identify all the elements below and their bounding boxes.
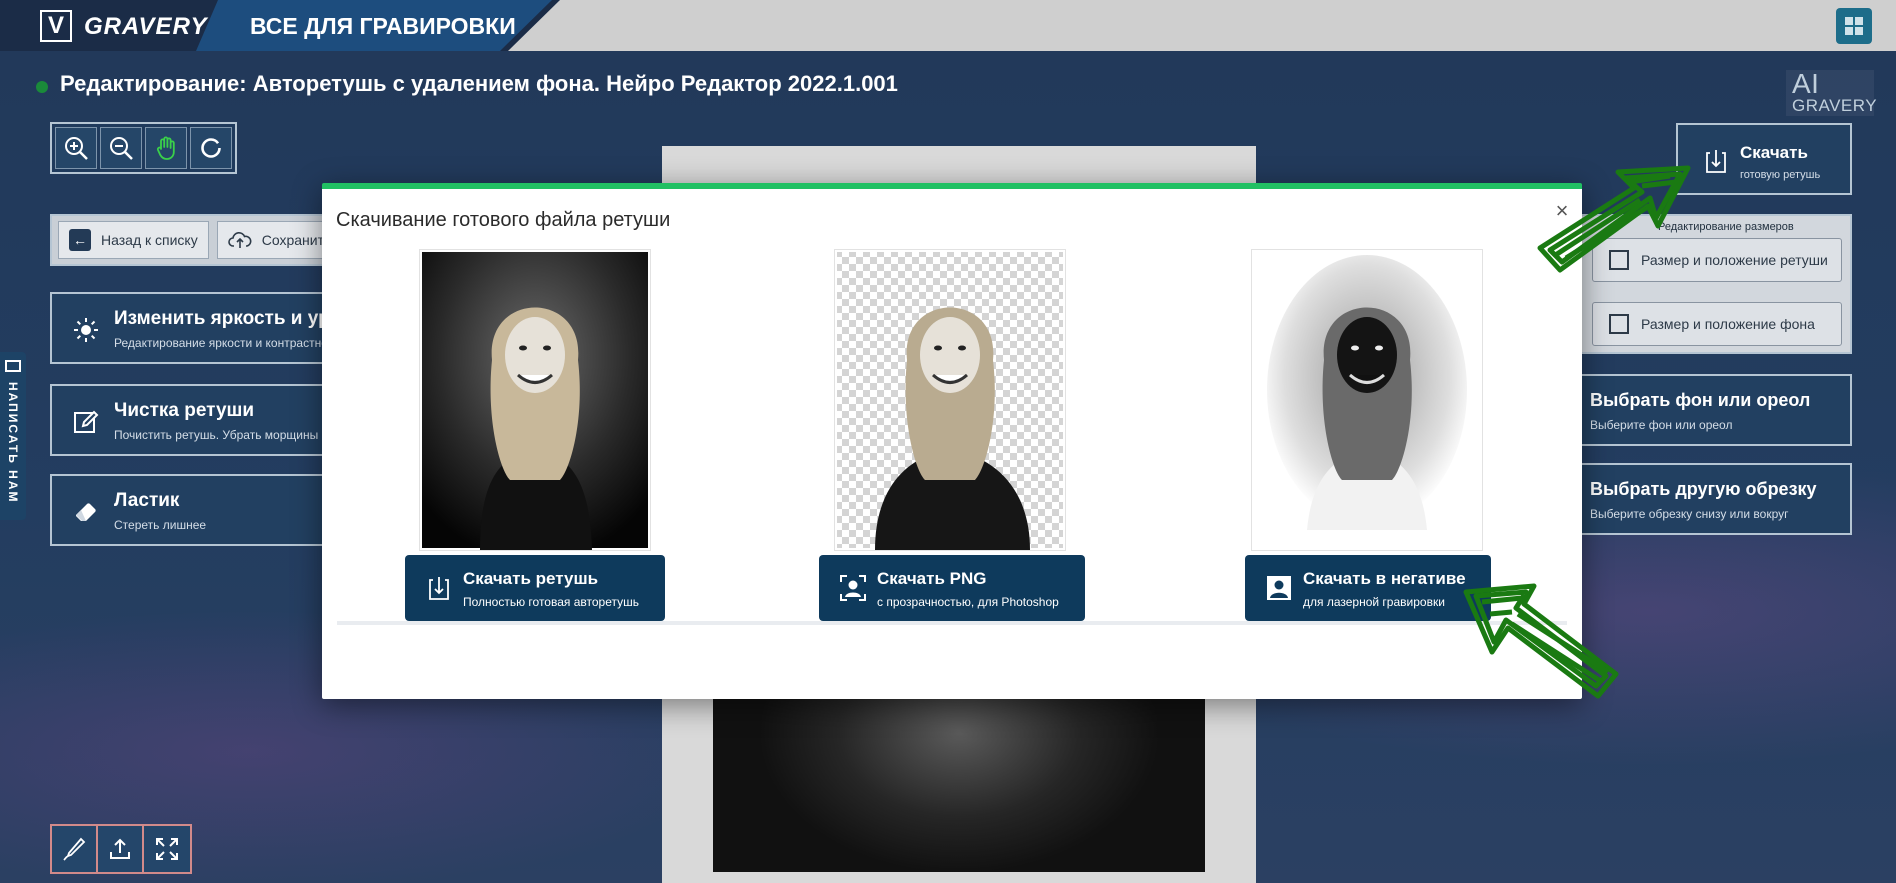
download-main-title: Скачать — [1740, 143, 1808, 162]
apps-grid-icon-part — [1855, 27, 1863, 35]
apps-grid-button[interactable] — [1836, 8, 1872, 44]
hand-icon — [156, 136, 175, 160]
zoom-in-icon — [65, 137, 88, 160]
download-png-title: Скачать PNG — [877, 569, 987, 588]
ai-logo-top: AI — [1792, 68, 1820, 99]
retouch-preview-image — [419, 249, 651, 551]
edit-pencil-icon — [74, 410, 99, 433]
portrait-icon — [1267, 576, 1291, 600]
canvas-photo-preview — [713, 698, 1205, 872]
eraser-subtitle: Стереть лишнее — [114, 518, 207, 532]
logo-icon[interactable]: V — [40, 10, 72, 42]
eraser-icon — [76, 503, 96, 521]
download-retouch-title: Скачать ретушь — [463, 569, 599, 588]
back-to-list-button[interactable]: ← Назад к списку — [58, 221, 209, 259]
fullscreen-button[interactable] — [144, 826, 190, 872]
clean-retouch-button[interactable]: Чистка ретуши Почистить ретушь. Убрать м… — [50, 384, 340, 456]
modal-divider — [337, 621, 1567, 625]
choose-background-title: Выбрать фон или ореол — [1590, 390, 1811, 410]
download-negative-subtitle: для лазерной гравировки — [1303, 595, 1445, 609]
zoom-toolbar — [50, 122, 237, 174]
download-png-button[interactable]: Скачать PNG с прозрачностью, для Photosh… — [819, 555, 1085, 621]
bottom-toolbar — [50, 824, 192, 874]
ai-logo-bottom: GRAVERY — [1792, 96, 1878, 115]
contact-us-tab[interactable]: НАПИСАТЬ НАМ — [0, 352, 26, 520]
status-indicator — [36, 81, 48, 93]
portrait-transparent-image — [837, 252, 1063, 550]
ai-gravery-logo: AI GRAVERY — [1786, 68, 1878, 116]
download-icon — [429, 577, 449, 600]
download-png-subtitle: с прозрачностью, для Photoshop — [877, 595, 1059, 609]
apps-grid-icon-part — [1845, 27, 1853, 35]
page-title: Редактирование: Авторетушь с удалением ф… — [60, 71, 898, 96]
logo-text[interactable]: GRAVERY — [84, 13, 207, 41]
zoom-in-button[interactable] — [55, 127, 97, 169]
download-main-subtitle: готовую ретушь — [1740, 169, 1821, 181]
portrait-negative-image — [1254, 252, 1480, 548]
background-size-label: Размер и положение фона — [1641, 316, 1815, 332]
zoom-out-button[interactable] — [100, 127, 142, 169]
back-to-list-label: Назад к списку — [101, 232, 198, 248]
brightness-title: Изменить яркость и уровни — [114, 308, 338, 329]
choose-crop-button[interactable]: Выбрать другую обрезку Выберите обрезку … — [1576, 463, 1852, 535]
clean-retouch-subtitle: Почистить ретушь. Убрать морщины — [114, 428, 319, 442]
apps-grid-icon — [1845, 17, 1853, 25]
brush-button[interactable] — [52, 826, 98, 872]
fullscreen-icon — [156, 838, 178, 860]
site-slogan: ВСЕ ДЛЯ ГРАВИРОВКИ — [250, 13, 516, 39]
save-label: Сохранить — [261, 232, 332, 248]
png-preview-image — [834, 249, 1066, 551]
download-retouch-button[interactable]: Скачать ретушь Полностью готовая авторет… — [405, 555, 665, 621]
top-bar: V GRAVERY ВСЕ ДЛЯ ГРАВИРОВКИ — [0, 0, 1896, 51]
modal-title: Скачивание готового файла ретуши — [336, 209, 671, 231]
download-modal: Скачивание готового файла ретуши × Скача… — [322, 183, 1582, 699]
clean-retouch-title: Чистка ретуши — [114, 400, 255, 421]
apps-grid-icon-part — [1855, 17, 1863, 25]
upload-button[interactable] — [98, 826, 144, 872]
portrait-dark-image — [422, 252, 648, 550]
sun-icon — [74, 318, 98, 342]
left-action-bar: ← Назад к списку Сохранить — [50, 214, 340, 266]
cloud-upload-icon — [227, 232, 252, 248]
choose-crop-title: Выбрать другую обрезку — [1590, 479, 1817, 499]
annotation-arrow-bottom — [1463, 583, 1619, 699]
reset-view-button[interactable] — [190, 127, 232, 169]
mail-icon — [5, 360, 21, 372]
annotation-arrow-top — [1537, 165, 1691, 273]
negative-preview-image — [1251, 249, 1483, 551]
download-negative-button[interactable]: Скачать в негативе для лазерной гравиров… — [1245, 555, 1491, 621]
eraser-button[interactable]: Ластик Стереть лишнее — [50, 474, 340, 546]
zoom-out-icon — [110, 137, 133, 160]
background-size-button[interactable]: Размер и положение фона — [1592, 302, 1842, 346]
brush-icon — [63, 837, 86, 861]
choose-crop-subtitle: Выберите обрезку снизу или вокруг — [1590, 507, 1789, 521]
brightness-levels-button[interactable]: Изменить яркость и уровни Редактирование… — [50, 292, 340, 364]
download-retouch-subtitle: Полностью готовая авторетушь — [463, 595, 640, 609]
person-frame-icon — [840, 575, 866, 601]
brightness-subtitle: Редактирование яркости и контрастности — [114, 336, 340, 350]
eraser-title: Ластик — [114, 490, 180, 511]
choose-background-subtitle: Выберите фон или ореол — [1590, 418, 1733, 432]
upload-icon — [110, 838, 130, 859]
download-negative-title: Скачать в негативе — [1303, 569, 1466, 588]
choose-background-button[interactable]: Выбрать фон или ореол Выберите фон или о… — [1576, 374, 1852, 446]
arrow-left-icon: ← — [69, 229, 91, 251]
contact-us-label: НАПИСАТЬ НАМ — [6, 382, 20, 504]
bounding-box-icon — [1609, 314, 1629, 334]
pan-hand-button[interactable] — [145, 127, 187, 169]
circle-reset-icon — [201, 138, 221, 158]
